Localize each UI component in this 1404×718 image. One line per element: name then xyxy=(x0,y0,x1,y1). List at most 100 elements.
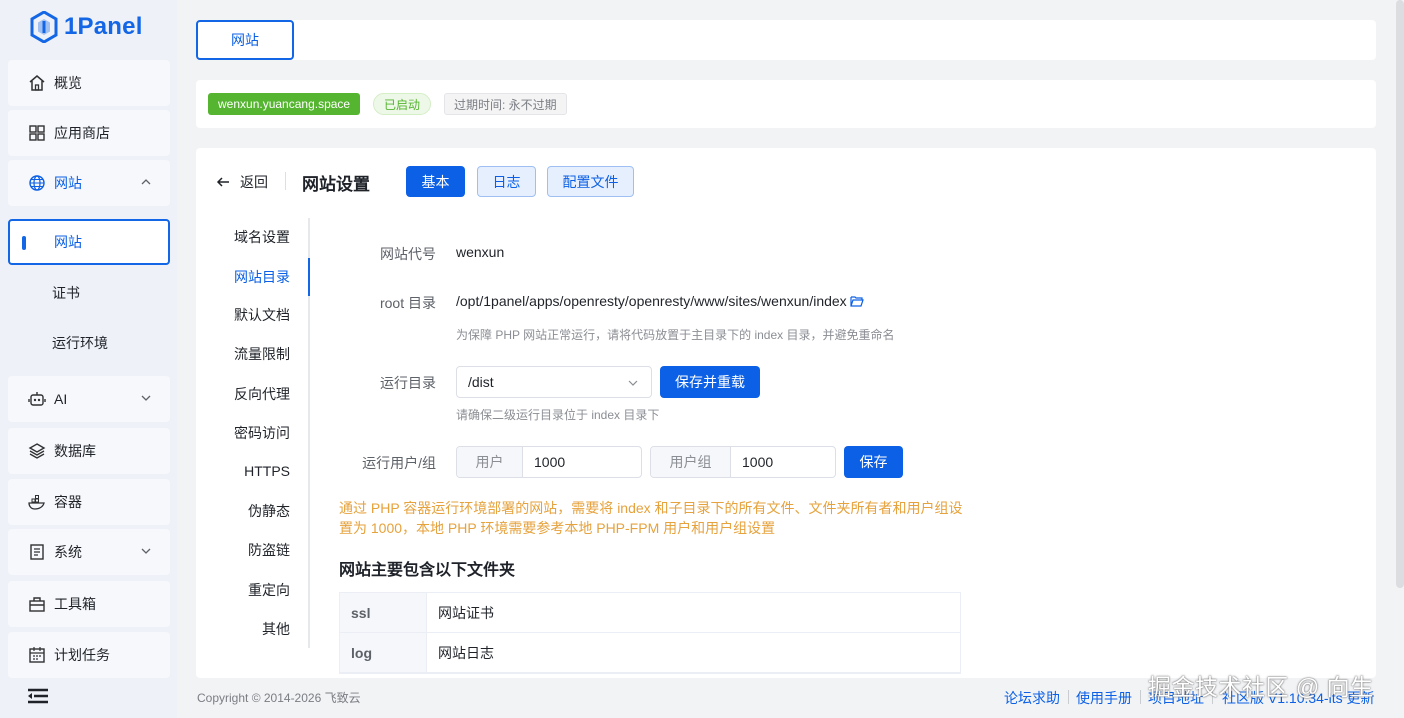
folders-table: ssl 网站证书 log 网站日志 xyxy=(339,592,961,674)
header-divider xyxy=(285,172,286,190)
active-indicator xyxy=(22,236,26,250)
sidebar-item-toolbox[interactable]: 工具箱 xyxy=(8,581,170,627)
alias-label: 网站代号 xyxy=(380,246,436,262)
submenu-site-directory[interactable]: 网站目录 xyxy=(196,258,310,296)
grid-icon xyxy=(28,124,46,142)
footer-divider xyxy=(1140,690,1141,704)
website-settings-panel: 返回 网站设置 基本 日志 配置文件 域名设置 网站目录 默认文档 流量限制 反… xyxy=(196,148,1376,678)
chevron-up-icon xyxy=(141,179,151,185)
sidebar-item-ai[interactable]: AI xyxy=(8,376,170,422)
sidebar-item-database[interactable]: 数据库 xyxy=(8,428,170,474)
sidebar-item-label: AI xyxy=(54,391,68,407)
submenu-redirect[interactable]: 重定向 xyxy=(196,571,310,609)
page-title: 网站设置 xyxy=(302,175,370,194)
submenu-rate-limit[interactable]: 流量限制 xyxy=(196,335,310,373)
run-dir-label: 运行目录 xyxy=(380,375,436,391)
tab-log[interactable]: 日志 xyxy=(477,166,536,197)
sidebar-item-label: 概览 xyxy=(54,75,82,91)
footer-divider xyxy=(1068,690,1069,704)
back-button[interactable]: 返回 xyxy=(216,172,268,192)
arrow-left-icon xyxy=(216,177,229,187)
sidebar-item-app-store[interactable]: 应用商店 xyxy=(8,110,170,156)
root-dir-value: /opt/1panel/apps/openresty/openresty/www… xyxy=(456,293,847,309)
sidebar-subitem-label: 运行环境 xyxy=(52,335,108,351)
back-label: 返回 xyxy=(240,174,268,190)
run-dir-hint: 请确保二级运行目录位于 index 目录下 xyxy=(456,408,660,422)
sidebar-item-overview[interactable]: 概览 xyxy=(8,60,170,106)
user-input[interactable]: 1000 xyxy=(523,447,565,477)
folders-title: 网站主要包含以下文件夹 xyxy=(339,562,516,579)
submenu-rewrite[interactable]: 伪静态 xyxy=(196,492,310,530)
manual-link[interactable]: 使用手册 xyxy=(1076,688,1132,708)
run-user-label: 运行用户/组 xyxy=(362,455,436,471)
page-scrollbar[interactable] xyxy=(1396,0,1404,588)
collapse-menu-icon[interactable] xyxy=(28,688,48,704)
folder-open-icon[interactable] xyxy=(850,295,864,307)
group-prefix: 用户组 xyxy=(651,447,731,477)
robot-icon xyxy=(28,390,46,408)
root-dir-hint: 为保障 PHP 网站正常运行，请将代码放置于主目录下的 index 目录，并避免… xyxy=(456,328,895,342)
chevron-down-icon xyxy=(628,380,638,386)
sidebar-item-system[interactable]: 系统 xyxy=(8,529,170,575)
sidebar: 1Panel 概览 应用商店 网站 网站 证书 运行环境 AI 数据库 容器 系… xyxy=(0,0,177,718)
docker-icon xyxy=(28,493,46,511)
logo[interactable]: 1Panel xyxy=(30,10,143,44)
submenu-hotlink[interactable]: 防盗链 xyxy=(196,531,310,569)
home-icon xyxy=(28,74,46,92)
alias-value: wenxun xyxy=(456,244,505,260)
logo-text: 1Panel xyxy=(64,13,143,40)
sidebar-item-label: 数据库 xyxy=(54,443,96,459)
toolbox-icon xyxy=(28,595,46,613)
sidebar-item-label: 计划任务 xyxy=(54,647,110,663)
table-row: log 网站日志 xyxy=(340,633,960,673)
domain-tag: wenxun.yuancang.space xyxy=(208,93,361,115)
system-icon xyxy=(28,543,46,561)
submenu-domain[interactable]: 域名设置 xyxy=(196,218,310,256)
sidebar-item-label: 工具箱 xyxy=(54,596,96,612)
save-and-reload-button[interactable]: 保存并重载 xyxy=(660,366,760,398)
tab-config-file[interactable]: 配置文件 xyxy=(547,166,634,197)
sidebar-item-label: 应用商店 xyxy=(54,125,110,141)
sidebar-subitem-runtime[interactable]: 运行环境 xyxy=(8,320,170,366)
sub-menu-active-indicator xyxy=(308,258,310,296)
sidebar-item-container[interactable]: 容器 xyxy=(8,479,170,525)
status-badge: 已启动 xyxy=(373,93,432,115)
sidebar-item-cron[interactable]: 计划任务 xyxy=(8,632,170,678)
folder-name: log xyxy=(340,633,427,672)
run-dir-value: /dist xyxy=(468,374,494,390)
1panel-logo-icon xyxy=(30,11,58,43)
calendar-icon xyxy=(28,646,46,664)
root-dir-label: root 目录 xyxy=(379,295,436,311)
copyright: Copyright © 2014-2026 飞致云 xyxy=(197,691,361,705)
globe-icon xyxy=(28,174,46,192)
tab-basic[interactable]: 基本 xyxy=(406,166,465,197)
sidebar-item-website[interactable]: 网站 xyxy=(8,160,170,206)
submenu-reverse-proxy[interactable]: 反向代理 xyxy=(196,375,310,413)
folder-desc: 网站日志 xyxy=(438,644,494,661)
group-input[interactable]: 1000 xyxy=(731,447,773,477)
folder-name: ssl xyxy=(340,593,427,632)
sidebar-subitem-certificate[interactable]: 证书 xyxy=(8,270,170,316)
layers-icon xyxy=(28,442,46,460)
run-dir-select[interactable]: /dist xyxy=(456,366,652,398)
sidebar-subitem-website[interactable]: 网站 xyxy=(8,219,170,265)
chevron-down-icon xyxy=(141,395,151,401)
sidebar-item-label: 网站 xyxy=(54,175,82,191)
submenu-password-access[interactable]: 密码访问 xyxy=(196,414,310,452)
expire-badge: 过期时间: 永不过期 xyxy=(444,93,567,115)
sidebar-item-label: 系统 xyxy=(54,544,82,560)
table-row: ssl 网站证书 xyxy=(340,593,960,633)
watermark: 掘金技术社区 @ 向生 xyxy=(1148,674,1374,700)
submenu-https[interactable]: HTTPS xyxy=(196,452,310,490)
site-info-bar: wenxun.yuancang.space 已启动 过期时间: 永不过期 xyxy=(196,80,1376,128)
chevron-down-icon xyxy=(141,548,151,554)
folder-desc: 网站证书 xyxy=(438,604,494,621)
save-button[interactable]: 保存 xyxy=(844,446,903,478)
forum-link[interactable]: 论坛求助 xyxy=(1004,688,1060,708)
sidebar-item-label: 容器 xyxy=(54,494,82,510)
tab-website[interactable]: 网站 xyxy=(196,20,294,60)
submenu-default-doc[interactable]: 默认文档 xyxy=(196,296,310,334)
group-input-group: 用户组 1000 xyxy=(650,446,836,478)
submenu-other[interactable]: 其他 xyxy=(196,610,310,648)
user-input-group: 用户 1000 xyxy=(456,446,642,478)
